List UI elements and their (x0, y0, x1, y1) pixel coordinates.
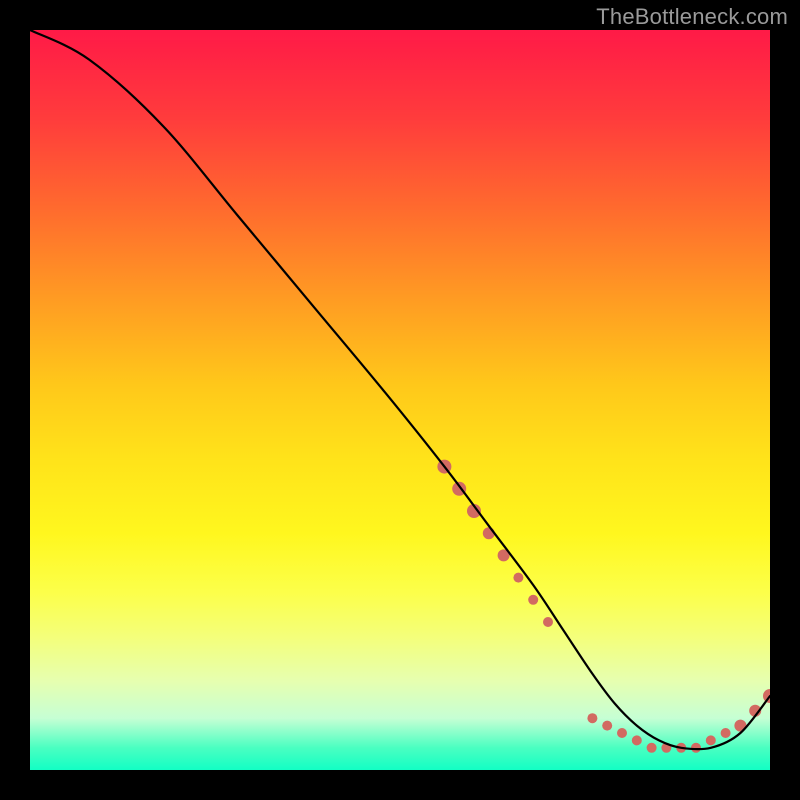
plot-area (30, 30, 770, 770)
chart-frame: TheBottleneck.com (0, 0, 800, 800)
markers-group (437, 460, 770, 753)
watermark-text: TheBottleneck.com (596, 4, 788, 30)
data-marker (513, 573, 523, 583)
data-marker (617, 728, 627, 738)
data-marker (587, 713, 597, 723)
data-marker (528, 595, 538, 605)
data-marker (632, 735, 642, 745)
data-marker (691, 743, 701, 753)
data-marker (706, 735, 716, 745)
bottleneck-curve (30, 30, 770, 749)
data-marker (647, 743, 657, 753)
data-marker (721, 728, 731, 738)
data-marker (543, 617, 553, 627)
data-marker (602, 721, 612, 731)
curve-svg (30, 30, 770, 770)
